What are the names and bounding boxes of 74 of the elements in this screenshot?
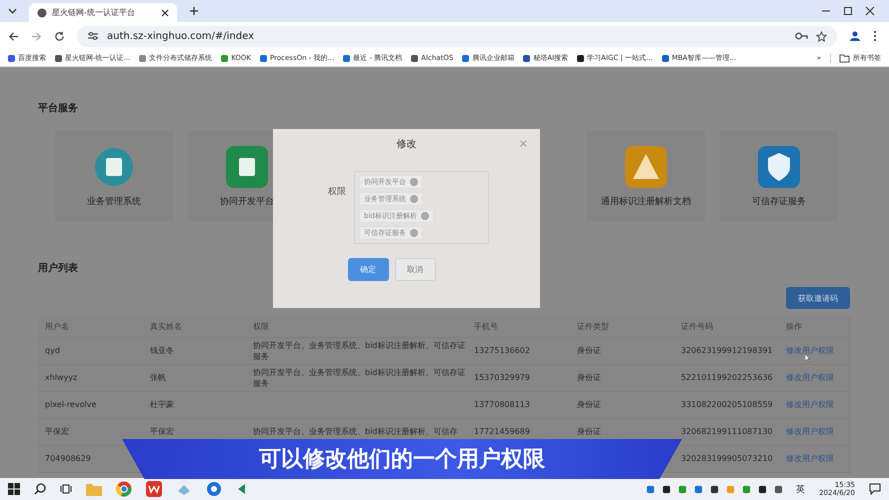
dialog-title: 修改 (396, 138, 416, 151)
table-cell-text: 协同开发平台、业务管理系统、bid标识注册解析、可信存证服务 (252, 366, 466, 390)
table-cell-text: 钱亚冬 (149, 345, 175, 357)
table-cell-text: 320623199912198391 (680, 345, 774, 357)
task-view-icon[interactable] (60, 483, 72, 495)
table-cell-text: 平保宏 (44, 426, 70, 438)
service-card[interactable]: 可信存证服务 (720, 131, 838, 221)
column-header: 真实姓名 (149, 321, 183, 333)
table-cell-text: 协同开发平台、业务管理系统、bid标识注册解析、可信存证服务 (252, 340, 466, 362)
table-cell-text: 身份证 (576, 345, 602, 357)
table-cell-text: 身份证 (576, 399, 602, 411)
key-icon[interactable] (795, 32, 808, 40)
invite-code-button[interactable]: 获取邀请码 (786, 287, 850, 309)
column-header: 操作 (785, 321, 803, 333)
service-icon (225, 144, 269, 188)
table-cell-text: 704908629 (44, 453, 92, 465)
site-settings-icon[interactable] (87, 31, 99, 41)
table-cell-text: 身份证 (576, 426, 602, 438)
table-cell-text: 平保宏 (149, 426, 175, 438)
tab-title: 星火链网-统一认证平台 (52, 7, 135, 18)
notification-icon[interactable] (869, 483, 881, 495)
section-heading: 用户列表 (38, 261, 78, 275)
table-cell-text: 13770808113 (473, 399, 531, 411)
table-cell-text: 331082200205108559 (680, 399, 774, 411)
column-header: 证件类型 (576, 321, 610, 333)
search-icon[interactable] (34, 483, 46, 495)
service-icon (757, 144, 801, 188)
column-header: 权限 (252, 321, 270, 333)
table-cell-text: 身份证 (576, 372, 602, 384)
table-cell-text: 杜宇豪 (149, 399, 175, 411)
profile-icon[interactable] (849, 30, 861, 42)
service-label: 通用标识注册解析文档 (601, 196, 691, 208)
table-cell-text: 13275136602 (473, 345, 531, 357)
table-cell-text: pixel-revolve (44, 399, 98, 411)
service-label: 可信存证服务 (752, 196, 806, 208)
table-cell-text: 协同开发平台、业务管理系统、bid标识注册解析、可信存 (252, 426, 458, 438)
close-icon[interactable] (161, 8, 169, 16)
column-header: 手机号 (473, 321, 499, 333)
table-cell-text: 522101199202253636 (680, 372, 774, 384)
browser-tab[interactable]: 星火链网-统一认证平台 (29, 3, 177, 22)
tab-list-icon[interactable] (8, 8, 17, 14)
table-cell-text: qyd (44, 345, 61, 357)
start-icon[interactable] (8, 483, 20, 495)
chat-icon[interactable] (206, 481, 222, 497)
star-icon[interactable] (816, 30, 827, 42)
field-label: 权限 (328, 186, 346, 199)
menu-icon[interactable] (873, 30, 877, 42)
input-method-indicator[interactable]: 英 (796, 482, 806, 496)
back-icon[interactable] (8, 30, 19, 42)
reload-icon[interactable] (54, 30, 65, 42)
caption-text: 可以修改他们的一个用户权限 (259, 446, 545, 474)
office-icon[interactable] (146, 481, 162, 497)
section-heading: 平台服务 (38, 102, 78, 115)
cancel-button[interactable]: 取消 (394, 258, 436, 281)
table-cell-text: 320682199111087130 (680, 426, 774, 438)
table-cell-text: xhlwyyz (44, 372, 78, 384)
table-cell-text: 张帆 (149, 372, 167, 384)
service-card[interactable]: 业务管理系统 (55, 131, 173, 221)
new-tab-icon[interactable] (189, 6, 199, 16)
table-cell-text: 15370329979 (473, 372, 531, 384)
folder-icon (839, 54, 850, 62)
table-cell-text: 320283199905073210 (680, 453, 774, 465)
table-cell-text: 17721459689 (473, 426, 531, 438)
column-header: 证件号码 (680, 321, 714, 333)
column-header: 用户名 (44, 321, 70, 333)
service-label: 业务管理系统 (87, 196, 141, 208)
service-card[interactable]: 通用标识注册解析文档 (587, 131, 705, 221)
browser-icon[interactable] (116, 481, 132, 497)
maximize-icon[interactable] (843, 6, 853, 16)
mouse-cursor-icon (805, 354, 810, 362)
service-icon (624, 144, 668, 188)
close-icon[interactable] (865, 6, 875, 16)
address-bar[interactable]: auth.sz-xinghuo.com/#/index (77, 26, 837, 46)
service-label: 协同开发平台 (220, 196, 274, 208)
